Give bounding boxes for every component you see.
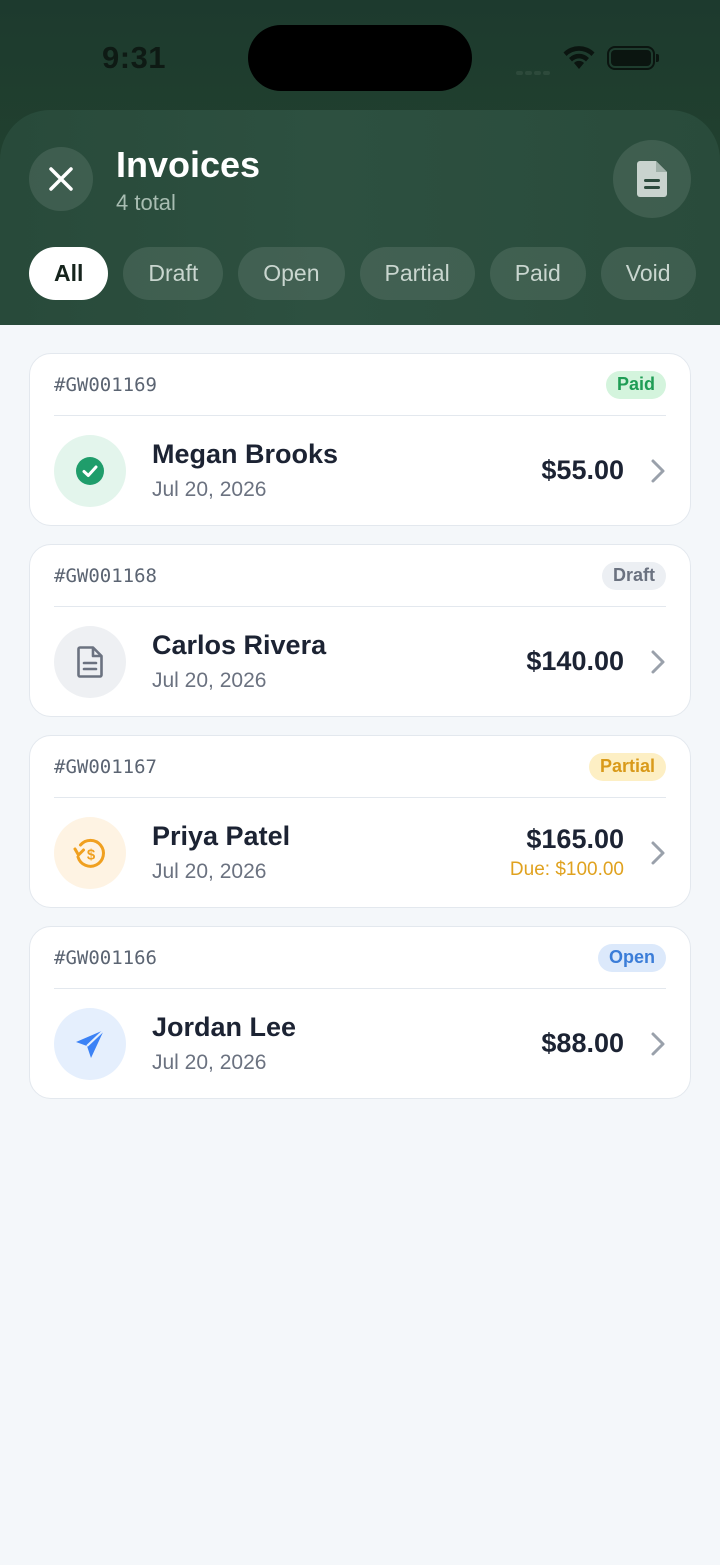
invoice-customer-info: Carlos Rivera Jul 20, 2026	[152, 630, 526, 693]
filter-chip-partial[interactable]: Partial	[359, 247, 475, 300]
invoice-amount: $55.00	[541, 455, 624, 485]
invoice-amounts: $165.00 Due: $100.00	[510, 824, 624, 881]
status-badge: Partial	[588, 752, 666, 781]
header: 9:31 Invoices 4 total All Draft Open Partia…	[0, 0, 720, 325]
filter-chip-void[interactable]: Void	[600, 247, 696, 300]
invoice-card[interactable]: #GW001168 Draft Carlos Rivera Jul 20, 2026 $…	[29, 544, 691, 717]
customer-name: Jordan Lee	[152, 1012, 297, 1042]
customer-name: Priya Patel	[152, 821, 291, 851]
invoice-amounts: $140.00	[526, 646, 624, 677]
chevron-right-icon	[651, 1032, 665, 1055]
close-icon	[49, 167, 73, 191]
chevron-right-icon	[651, 459, 665, 482]
invoice-card-header: #GW001168 Draft	[54, 545, 666, 607]
check-circle-icon	[75, 456, 105, 486]
customer-name: Carlos Rivera	[152, 630, 327, 660]
invoice-card-body: Megan Brooks Jul 20, 2026 $55.00	[54, 416, 666, 525]
invoice-amount: $140.00	[526, 646, 624, 676]
invoice-amounts: $88.00	[541, 1028, 624, 1059]
invoice-card-body: Jordan Lee Jul 20, 2026 $88.00	[54, 989, 666, 1098]
invoice-number: #GW001166	[54, 946, 157, 969]
invoice-number: #GW001167	[54, 755, 157, 778]
filter-tabs: All Draft Open Partial Paid Void	[29, 247, 696, 300]
document-button[interactable]	[613, 140, 691, 218]
close-button[interactable]	[29, 147, 93, 211]
filter-chip-draft[interactable]: Draft	[123, 247, 224, 300]
invoice-customer-info: Jordan Lee Jul 20, 2026	[152, 1012, 541, 1075]
invoice-number: #GW001169	[54, 373, 157, 396]
invoice-card-body: Carlos Rivera Jul 20, 2026 $140.00	[54, 607, 666, 716]
invoice-card-header: #GW001166 Open	[54, 927, 666, 989]
invoice-number: #GW001168	[54, 564, 157, 587]
status-bar: 9:31	[0, 0, 720, 110]
invoice-card[interactable]: #GW001166 Open Jordan Lee Jul 20, 2026 $88.0…	[29, 926, 691, 1099]
invoice-amounts: $55.00	[541, 455, 624, 486]
wifi-icon	[563, 46, 595, 69]
invoice-card-header: #GW001169 Paid	[54, 354, 666, 416]
invoice-card[interactable]: #GW001167 Partial $ Priya Patel Jul 20, 2026…	[29, 735, 691, 908]
invoice-list: #GW001169 Paid Megan Brooks Jul 20, 2026 $55…	[29, 353, 691, 1117]
invoice-card-header: #GW001167 Partial	[54, 736, 666, 798]
invoice-amount: $88.00	[541, 1028, 624, 1058]
status-time: 9:31	[102, 40, 167, 75]
invoice-card-body: $ Priya Patel Jul 20, 2026 $165.00 Due: $100…	[54, 798, 666, 907]
battery-icon	[607, 46, 659, 70]
filter-chip-all[interactable]: All	[29, 247, 109, 300]
partial-payment-icon: $	[72, 835, 108, 871]
invoice-customer-info: Megan Brooks Jul 20, 2026	[152, 439, 541, 502]
status-avatar	[54, 625, 126, 698]
status-badge: Open	[597, 943, 666, 972]
status-avatar	[54, 434, 126, 507]
invoice-date: Jul 20, 2026	[152, 669, 267, 692]
invoice-count: 4 total	[116, 190, 176, 215]
chevron-right-icon	[651, 650, 665, 673]
amount-due: Due: $100.00	[509, 859, 624, 880]
invoice-card[interactable]: #GW001169 Paid Megan Brooks Jul 20, 2026 $55…	[29, 353, 691, 526]
invoice-date: Jul 20, 2026	[152, 478, 267, 501]
status-badge: Paid	[605, 370, 666, 399]
svg-text:$: $	[87, 846, 96, 863]
invoice-date: Jul 20, 2026	[152, 860, 267, 883]
document-icon	[77, 645, 103, 678]
filter-chip-paid[interactable]: Paid	[489, 247, 586, 300]
status-avatar	[54, 1007, 126, 1080]
dynamic-island	[248, 25, 472, 91]
invoice-amount: $165.00	[526, 824, 624, 854]
status-avatar: $	[54, 816, 126, 889]
document-icon	[637, 161, 667, 197]
status-badge: Draft	[601, 561, 666, 590]
signal-icon	[516, 62, 552, 80]
paper-plane-icon	[73, 1027, 107, 1061]
filter-chip-open[interactable]: Open	[238, 247, 345, 300]
page-title: Invoices	[116, 144, 261, 185]
invoice-customer-info: Priya Patel Jul 20, 2026	[152, 821, 510, 884]
chevron-right-icon	[651, 841, 665, 864]
invoice-date: Jul 20, 2026	[152, 1051, 267, 1074]
customer-name: Megan Brooks	[152, 439, 339, 469]
